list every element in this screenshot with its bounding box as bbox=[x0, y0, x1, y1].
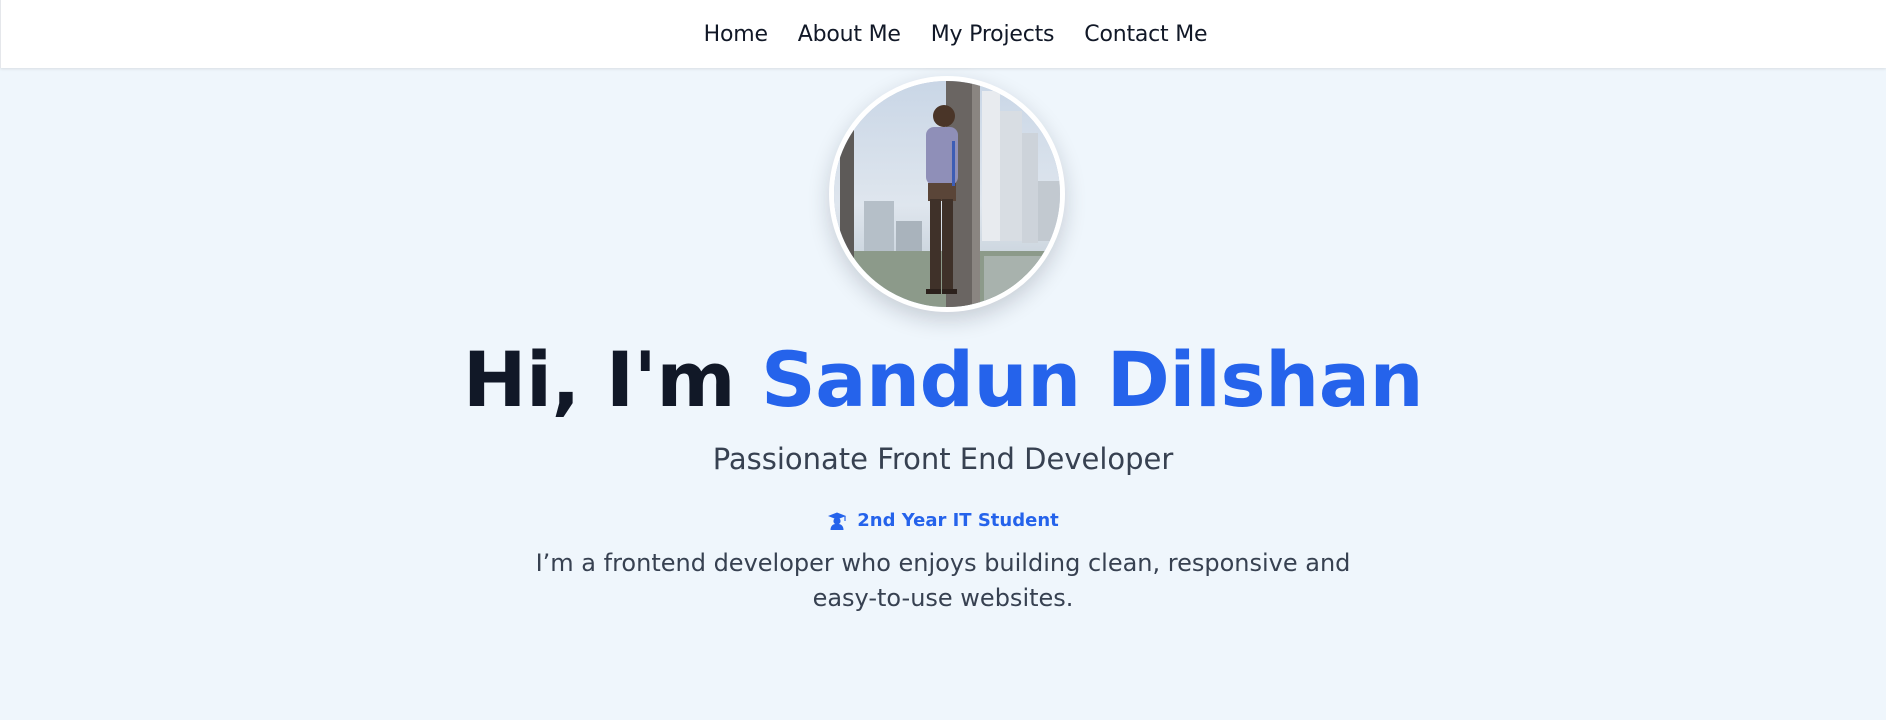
profile-photo bbox=[834, 81, 1060, 307]
nav-projects-link[interactable]: My Projects bbox=[931, 22, 1055, 47]
hero-bio: I’m a frontend developer who enjoys buil… bbox=[535, 549, 1351, 612]
graduation-student-icon bbox=[827, 511, 847, 531]
hero-subtitle: Passionate Front End Developer bbox=[712, 442, 1174, 476]
nav-about-link[interactable]: About Me bbox=[798, 22, 901, 47]
badge-label: 2nd Year IT Student bbox=[857, 510, 1059, 531]
developer-name: Sandun Dilshan bbox=[761, 335, 1424, 424]
top-navbar: Home About Me My Projects Contact Me bbox=[0, 0, 1886, 68]
nav-links: Home About Me My Projects Contact Me bbox=[704, 22, 1208, 47]
nav-home-link[interactable]: Home bbox=[704, 22, 768, 47]
student-badge: 2nd Year IT Student bbox=[0, 510, 1886, 531]
profile-avatar bbox=[829, 76, 1065, 312]
hero-headline: Hi, I'm Sandun Dilshan bbox=[0, 342, 1886, 418]
greeting-text: Hi, I'm bbox=[462, 335, 762, 424]
hero-section: Hi, I'm Sandun Dilshan Passionate Front … bbox=[0, 68, 1886, 720]
nav-contact-link[interactable]: Contact Me bbox=[1084, 22, 1207, 47]
